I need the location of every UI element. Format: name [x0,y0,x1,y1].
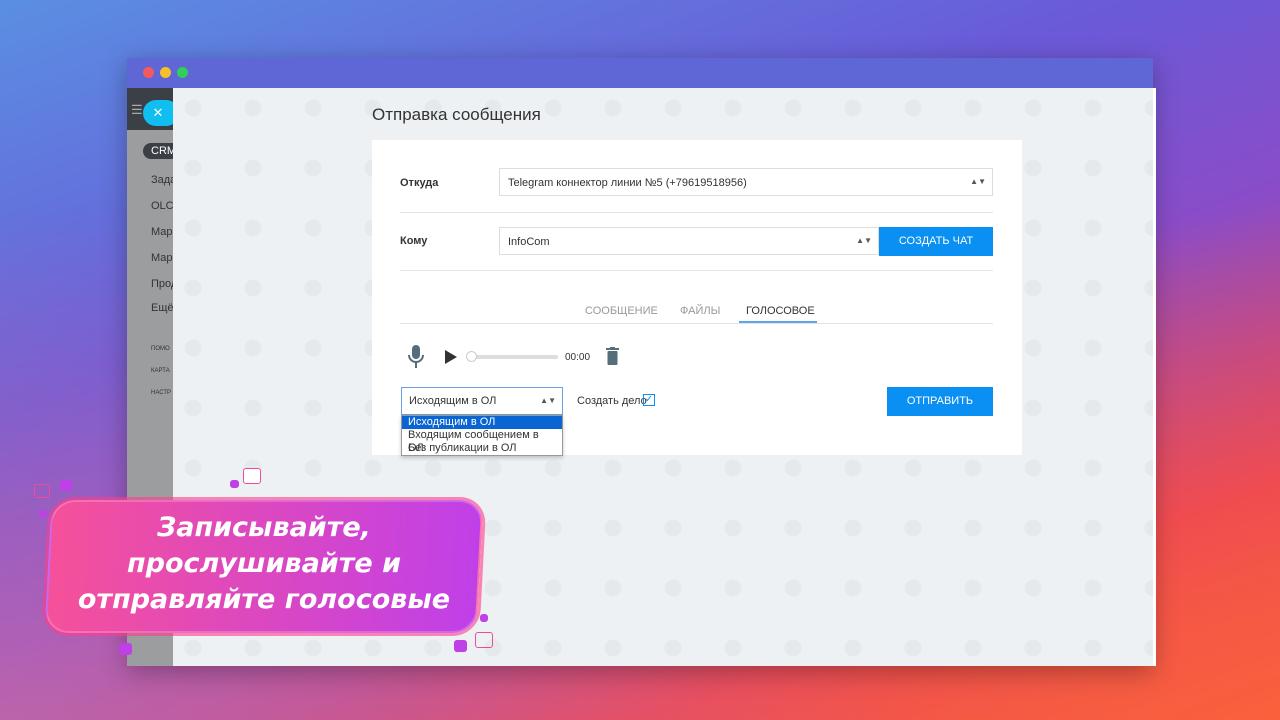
to-label: Кому [400,235,428,247]
menu-icon[interactable]: ☰ [131,102,143,118]
page-title: Отправка сообщения [372,105,541,124]
sidebar-item[interactable]: Мар [151,252,173,264]
play-icon[interactable] [445,350,457,364]
publish-option[interactable]: Без публикации в ОЛ [402,442,562,455]
publish-dropdown: Исходящим в ОЛ Входящим сообщением в ОЛ … [401,415,563,456]
publish-option[interactable]: Входящим сообщением в ОЛ [402,429,562,454]
decor-square [480,614,488,622]
minimize-dot[interactable] [160,67,171,78]
maximize-dot[interactable] [177,67,188,78]
select-arrows-icon: ▲▼ [970,177,986,186]
tab-message[interactable]: СООБЩЕНИЕ [585,305,658,317]
send-form: Откуда Telegram коннектор линии №5 (+796… [372,140,1022,456]
active-tab-indicator [739,321,817,323]
create-task-label: Создать дело [577,395,647,407]
create-chat-button[interactable]: СОЗДАТЬ ЧАТ [879,227,993,256]
to-value: InfoCom [508,236,550,248]
decor-square [39,510,47,517]
send-button[interactable]: ОТПРАВИТЬ [887,387,993,416]
publish-option[interactable]: Исходящим в ОЛ [402,416,562,429]
microphone-icon[interactable] [408,345,424,369]
sidebar-item[interactable]: OLCH [151,200,173,212]
decor-square [230,480,239,488]
decor-square [454,640,467,652]
close-dot[interactable] [143,67,154,78]
from-select[interactable]: Telegram коннектор линии №5 (+7961951895… [499,168,993,196]
sidebar-item[interactable]: Мар [151,226,173,238]
publish-value: Исходящим в ОЛ [409,395,497,407]
from-label: Откуда [400,177,439,189]
promo-line: прослушивайте и [126,548,401,579]
promo-line: отправляйте голосовые [77,584,451,615]
sidebar-small-item[interactable]: КАРТА [151,368,170,374]
sidebar-small-item[interactable]: ПОМО [151,346,170,352]
sidebar-item[interactable]: Прод [151,278,173,290]
divider [400,270,993,271]
select-arrows-icon: ▲▼ [856,236,872,245]
publish-select[interactable]: Исходящим в ОЛ ▲▼ [401,387,563,415]
sidebar-small-item[interactable]: НАСТР [151,390,171,396]
create-task-checkbox[interactable]: ✓ [643,394,655,406]
audio-time: 00:00 [565,352,591,363]
audio-progress-bar[interactable] [468,355,558,359]
trash-icon[interactable] [606,347,619,365]
tab-voice[interactable]: ГОЛОСОВОЕ [746,305,815,317]
sidebar-item[interactable]: Зада [151,174,173,186]
from-value: Telegram коннектор линии №5 (+7961951895… [508,177,747,189]
audio-progress-handle[interactable] [466,351,477,362]
sidebar-item-crm[interactable]: CRM [143,143,173,159]
promo-text: Записывайте, прослушивайте и отправляйте… [48,510,480,618]
decor-square [119,643,132,655]
decor-square [34,484,50,498]
divider [400,212,993,213]
select-arrows-icon: ▲▼ [540,396,556,405]
decor-square [475,632,493,648]
scrollbar[interactable] [1153,88,1156,666]
decor-square [60,480,72,491]
promo-line: Записывайте, [157,512,371,543]
decor-square [243,468,261,484]
tabs-underline [400,323,993,324]
title-bar [127,58,1153,88]
tab-files[interactable]: ФАЙЛЫ [680,305,720,317]
sidebar-item[interactable]: Ещё [151,302,173,314]
to-select[interactable]: InfoCom ▲▼ [499,227,879,255]
close-slider-button[interactable]: ✕ [143,100,173,126]
